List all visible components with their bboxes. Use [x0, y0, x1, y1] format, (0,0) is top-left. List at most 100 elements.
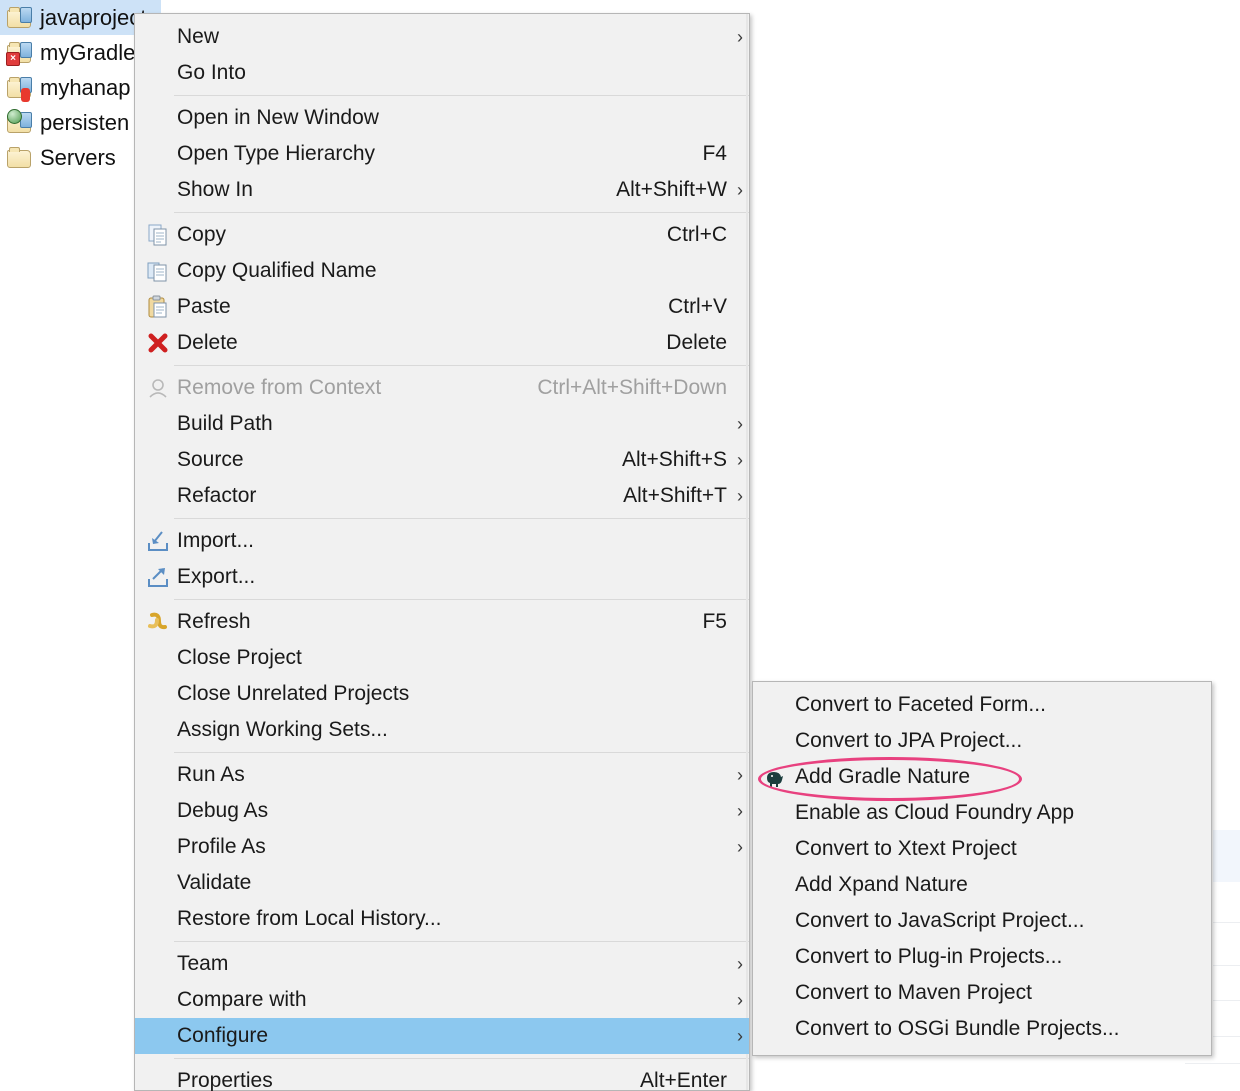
submenu-item-enable-as-cloud-foundry-app[interactable]: Enable as Cloud Foundry App: [753, 795, 1211, 831]
menu-item-copy-qualified-name[interactable]: Copy Qualified Name: [135, 253, 749, 289]
menu-separator: [174, 95, 749, 96]
tree-item-label: javaproject: [40, 5, 146, 31]
menu-item-source[interactable]: SourceAlt+Shift+S›: [135, 442, 749, 478]
copy-icon: [143, 222, 173, 248]
tree-item-label: myhanap: [40, 75, 131, 101]
submenu-item-convert-to-jpa-project[interactable]: Convert to JPA Project...: [753, 723, 1211, 759]
no-icon: [143, 987, 173, 1013]
menu-item-close-unrelated-projects[interactable]: Close Unrelated Projects: [135, 676, 749, 712]
submenu-item-label: Add Gradle Nature: [795, 765, 1211, 789]
submenu-item-convert-to-plug-in-projects[interactable]: Convert to Plug-in Projects...: [753, 939, 1211, 975]
submenu-item-label: Convert to OSGi Bundle Projects...: [795, 1017, 1211, 1041]
menu-item-run-as[interactable]: Run As›: [135, 757, 749, 793]
menu-item-label: Open in New Window: [177, 106, 701, 130]
menu-item-label: Debug As: [177, 799, 701, 823]
submenu-item-convert-to-xtext-project[interactable]: Convert to Xtext Project: [753, 831, 1211, 867]
java-project-folder-icon: ×: [6, 41, 32, 65]
tree-item-label: myGradle: [40, 40, 135, 66]
menu-separator: [174, 1058, 749, 1059]
configure-submenu[interactable]: Convert to Faceted Form...Convert to JPA…: [752, 681, 1212, 1056]
menu-item-team[interactable]: Team ›: [135, 946, 749, 982]
submenu-item-convert-to-faceted-form[interactable]: Convert to Faceted Form...: [753, 687, 1211, 723]
menu-item-profile-as[interactable]: Profile As›: [135, 829, 749, 865]
menu-item-assign-working-sets[interactable]: Assign Working Sets...: [135, 712, 749, 748]
menu-item-refactor[interactable]: RefactorAlt+Shift+T›: [135, 478, 749, 514]
menu-item-accelerator: Alt+Shift+W: [616, 178, 731, 202]
menu-item-label: Close Project: [177, 646, 701, 670]
menu-item-validate[interactable]: Validate: [135, 865, 749, 901]
chevron-right-icon: ›: [731, 486, 749, 507]
menu-item-configure[interactable]: Configure›: [135, 1018, 749, 1054]
menu-item-compare-with[interactable]: Compare with ›: [135, 982, 749, 1018]
menu-item-restore-from-local-history[interactable]: Restore from Local History...: [135, 901, 749, 937]
menu-item-paste[interactable]: PasteCtrl+V: [135, 289, 749, 325]
menu-item-label: Configure: [177, 1024, 701, 1048]
menu-item-new[interactable]: New›: [135, 19, 749, 55]
submenu-item-convert-to-maven-project[interactable]: Convert to Maven Project: [753, 975, 1211, 1011]
chevron-right-icon: ›: [731, 414, 749, 435]
no-icon: [761, 800, 791, 826]
menu-separator: [174, 212, 749, 213]
menu-separator: [174, 599, 749, 600]
no-icon: [143, 762, 173, 788]
background-panel-rule: [1213, 922, 1240, 923]
chevron-right-icon: ›: [731, 990, 749, 1011]
menu-item-label: Team: [177, 952, 701, 976]
menu-item-delete[interactable]: DeleteDelete: [135, 325, 749, 361]
menu-item-accelerator: Alt+Enter: [640, 1069, 731, 1091]
no-icon: [143, 834, 173, 860]
menu-item-close-project[interactable]: Close Project: [135, 640, 749, 676]
submenu-item-add-gradle-nature[interactable]: Add Gradle Nature: [753, 759, 1211, 795]
menu-item-open-in-new-window[interactable]: Open in New Window: [135, 100, 749, 136]
menu-item-label: Compare with: [177, 988, 701, 1012]
submenu-item-label: Convert to Plug-in Projects...: [795, 945, 1211, 969]
menu-item-label: Import...: [177, 529, 701, 553]
menu-item-label: Validate: [177, 871, 701, 895]
menu-item-label: Remove from Context: [177, 376, 511, 400]
menu-item-label: Profile As: [177, 835, 701, 859]
submenu-item-convert-to-osgi-bundle-projects[interactable]: Convert to OSGi Bundle Projects...: [753, 1011, 1211, 1047]
no-icon: [143, 483, 173, 509]
menu-item-copy[interactable]: CopyCtrl+C: [135, 217, 749, 253]
menu-item-open-type-hierarchy[interactable]: Open Type HierarchyF4: [135, 136, 749, 172]
no-icon: [143, 870, 173, 896]
menu-item-build-path[interactable]: Build Path›: [135, 406, 749, 442]
no-icon: [143, 447, 173, 473]
menu-item-label: Export...: [177, 565, 701, 589]
menu-item-properties[interactable]: Properties Alt+Enter: [135, 1063, 749, 1091]
menu-item-accelerator: Ctrl+Alt+Shift+Down: [537, 376, 731, 400]
menu-item-import[interactable]: Import...: [135, 523, 749, 559]
submenu-item-add-xpand-nature[interactable]: Add Xpand Nature: [753, 867, 1211, 903]
submenu-item-label: Convert to Xtext Project: [795, 837, 1211, 861]
no-icon: [761, 908, 791, 934]
menu-item-show-in[interactable]: Show InAlt+Shift+W›: [135, 172, 749, 208]
gradle-elephant-icon: [761, 764, 791, 790]
menu-item-accelerator: F5: [702, 610, 731, 634]
background-panel-rule: [1213, 965, 1240, 966]
export-icon: [143, 564, 173, 590]
project-context-menu[interactable]: New›Go Into Open in New Window Open Type H…: [134, 13, 750, 1091]
menu-item-label: Paste: [177, 295, 642, 319]
menu-item-go-into[interactable]: Go Into: [135, 55, 749, 91]
menu-item-remove-from-context: Remove from Context Ctrl+Alt+Shift+Down: [135, 370, 749, 406]
menu-item-label: Properties: [177, 1069, 614, 1091]
no-icon: [143, 717, 173, 743]
background-panel-rule: [1213, 1036, 1240, 1037]
menu-separator: [174, 752, 749, 753]
chevron-right-icon: ›: [731, 954, 749, 975]
no-icon: [761, 728, 791, 754]
submenu-item-label: Convert to Maven Project: [795, 981, 1211, 1005]
menu-item-refresh[interactable]: RefreshF5: [135, 604, 749, 640]
chevron-right-icon: ›: [731, 801, 749, 822]
no-icon: [143, 105, 173, 131]
no-icon: [143, 951, 173, 977]
refresh-icon: [143, 609, 173, 635]
menu-item-export[interactable]: Export...: [135, 559, 749, 595]
remove-from-context-icon: [143, 375, 173, 401]
submenu-item-convert-to-javascript-project[interactable]: Convert to JavaScript Project...: [753, 903, 1211, 939]
menu-item-accelerator: Alt+Shift+S: [622, 448, 731, 472]
menu-item-label: Close Unrelated Projects: [177, 682, 701, 706]
chevron-right-icon: ›: [731, 180, 749, 201]
menu-separator: [174, 365, 749, 366]
menu-item-debug-as[interactable]: Debug As ›: [135, 793, 749, 829]
